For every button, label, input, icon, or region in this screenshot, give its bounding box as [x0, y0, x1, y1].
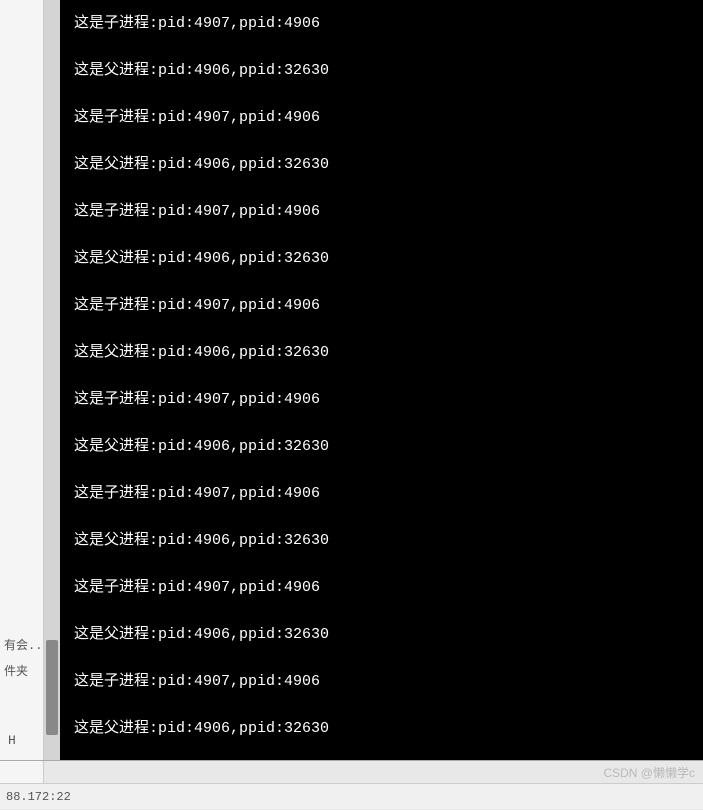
terminal-line: 这是子进程:pid:4907,ppid:4906: [74, 200, 703, 224]
terminal-line: 这是父进程:pid:4906,ppid:32630: [74, 247, 703, 271]
terminal-line: 这是父进程:pid:4906,ppid:32630: [74, 717, 703, 741]
scrollbar-track[interactable]: [44, 0, 60, 760]
terminal-line: 这是子进程:pid:4907,ppid:4906: [74, 576, 703, 600]
status-ip: 88.172:22: [6, 790, 71, 804]
terminal-line: 这是子进程:pid:4907,ppid:4906: [74, 482, 703, 506]
sidebar-panel: 有会... 件夹 H: [0, 0, 44, 809]
sidebar-item[interactable]: 件夹: [0, 659, 44, 685]
terminal-line: 这是子进程:pid:4907,ppid:4906: [74, 106, 703, 130]
sidebar-label-h: H: [8, 733, 16, 748]
terminal-line: 这是子进程:pid:4907,ppid:4906: [74, 294, 703, 318]
scrollbar-thumb[interactable]: [46, 640, 58, 735]
terminal-line: 这是父进程:pid:4906,ppid:32630: [74, 153, 703, 177]
terminal-line: 这是父进程:pid:4906,ppid:32630: [74, 623, 703, 647]
divider: [0, 760, 703, 761]
terminal-line: 这是子进程:pid:4907,ppid:4906: [74, 670, 703, 694]
terminal-line: 这是父进程:pid:4906,ppid:32630: [74, 435, 703, 459]
status-bar: 88.172:22: [0, 783, 703, 809]
terminal-line: 这是子进程:pid:4907,ppid:4906: [74, 12, 703, 36]
terminal-line: 这是父进程:pid:4906,ppid:32630: [74, 341, 703, 365]
terminal-line: 这是子进程:pid:4907,ppid:4906: [74, 388, 703, 412]
watermark-text: CSDN @懒懒学c: [603, 764, 695, 781]
sidebar-item[interactable]: 有会...: [0, 633, 44, 659]
terminal-line: 这是父进程:pid:4906,ppid:32630: [74, 529, 703, 553]
terminal-line: 这是父进程:pid:4906,ppid:32630: [74, 59, 703, 83]
terminal-output[interactable]: 这是子进程:pid:4907,ppid:4906 这是父进程:pid:4906,…: [60, 0, 703, 760]
sidebar-items: 有会... 件夹: [0, 633, 44, 685]
